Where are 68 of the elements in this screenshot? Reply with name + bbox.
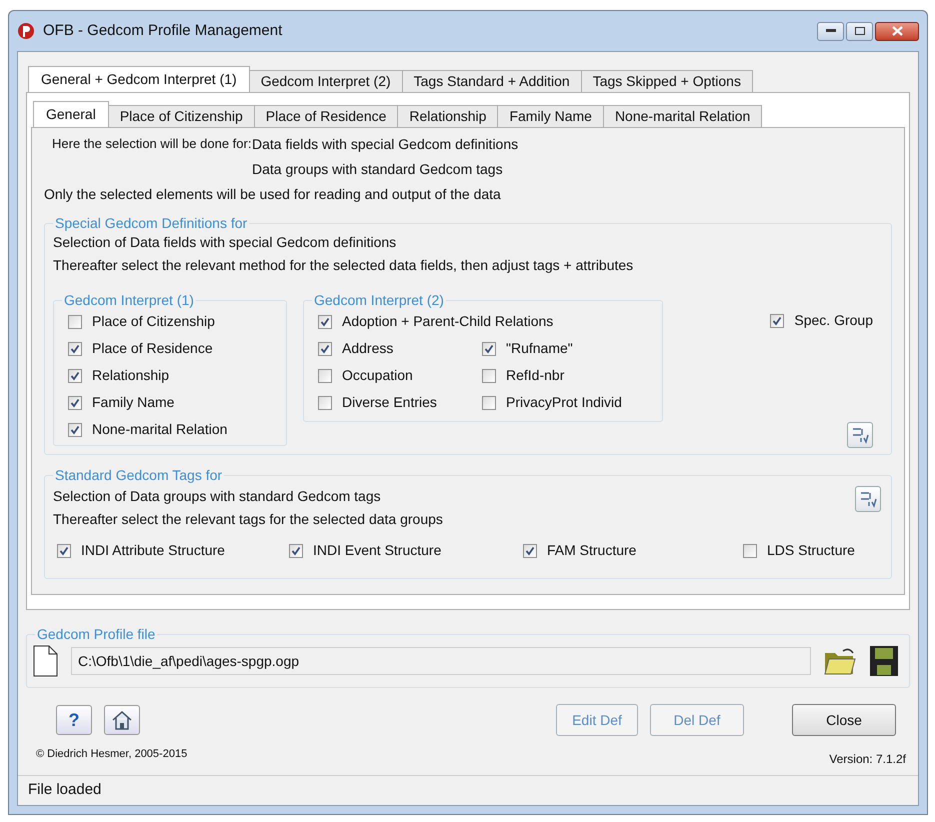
close-icon bbox=[892, 26, 902, 36]
checkbox[interactable]: Place of Residence bbox=[68, 338, 272, 359]
tick-icon bbox=[525, 546, 535, 556]
maximize-icon bbox=[854, 27, 864, 35]
checkbox[interactable]: INDI Attribute Structure bbox=[57, 540, 289, 561]
tab[interactable]: None-marital Relation bbox=[602, 105, 762, 127]
minimize-button[interactable] bbox=[817, 22, 844, 40]
checkbox[interactable]: None-marital Relation bbox=[68, 419, 272, 440]
checkbox[interactable]: Relationship bbox=[68, 365, 272, 386]
tick-icon bbox=[59, 546, 69, 556]
tick-icon bbox=[484, 344, 494, 354]
tab[interactable]: Place of Citizenship bbox=[108, 105, 255, 127]
tick-icon bbox=[320, 344, 330, 354]
intro-item: Data groups with standard Gedcom tags bbox=[252, 160, 504, 179]
tick-icon bbox=[291, 546, 301, 556]
tick-icon bbox=[70, 424, 80, 434]
checkbox[interactable]: PrivacyProt Individ bbox=[482, 392, 622, 413]
description-text: Selection of Data groups with standard Gedcom tags bbox=[53, 487, 382, 506]
description-text: Selection of Data fields with special Gedcom definitions bbox=[53, 233, 398, 252]
help-button[interactable]: ? bbox=[56, 705, 92, 735]
tab[interactable]: Relationship bbox=[397, 105, 498, 127]
tab[interactable]: Gedcom Interpret (2) bbox=[248, 70, 403, 92]
checkbox[interactable]: Place of Citizenship bbox=[68, 311, 272, 332]
checkbox[interactable]: FAM Structure bbox=[523, 540, 743, 561]
intro-item: Data fields with special Gedcom definitions bbox=[252, 135, 518, 154]
version-text: Version: 7.1.2f bbox=[829, 751, 906, 768]
document-icon bbox=[31, 645, 59, 677]
copyright-text: © Diedrich Hesmer, 2005-2015 bbox=[36, 746, 188, 762]
tick-icon bbox=[70, 370, 80, 380]
checkbox[interactable]: LDS Structure bbox=[743, 540, 855, 561]
description-text: Thereafter select the relevant method for the selected data fields, then adjust tags + attributes bbox=[53, 256, 634, 275]
action-button[interactable]: Close bbox=[792, 704, 896, 736]
checkbox[interactable]: Diverse Entries bbox=[318, 392, 468, 413]
intro-note: Only the selected elements will be used for reading and output of the data bbox=[44, 185, 502, 204]
check-list-button[interactable] bbox=[855, 486, 881, 512]
status-text: File loaded bbox=[28, 780, 102, 800]
tick-icon bbox=[772, 316, 782, 326]
app-logo-icon bbox=[17, 22, 35, 40]
tab[interactable]: Family Name bbox=[497, 105, 604, 127]
check-list-icon bbox=[859, 490, 877, 508]
checkbox[interactable]: Spec. Group bbox=[770, 310, 873, 331]
close-button[interactable] bbox=[875, 22, 919, 40]
home-icon bbox=[111, 710, 133, 730]
checkbox[interactable]: INDI Event Structure bbox=[289, 540, 523, 561]
intro-label: Here the selection will be done for: bbox=[52, 135, 252, 153]
tab[interactable]: Tags Standard + Addition bbox=[402, 70, 582, 92]
maximize-button[interactable] bbox=[846, 22, 873, 40]
tick-icon bbox=[320, 316, 330, 326]
checkbox[interactable]: RefId-nbr bbox=[482, 365, 622, 386]
minimize-icon bbox=[826, 29, 836, 33]
window-title: OFB - Gedcom Profile Management bbox=[43, 20, 284, 41]
home-button[interactable] bbox=[104, 705, 140, 735]
tab[interactable]: Place of Residence bbox=[254, 105, 398, 127]
save-icon[interactable] bbox=[869, 645, 899, 677]
description-text: Thereafter select the relevant tags for the selected data groups bbox=[53, 510, 443, 529]
checkbox[interactable]: Family Name bbox=[68, 392, 272, 413]
file-path-field[interactable]: C:\Ofb\1\die_af\pedi\ages-spgp.ogp bbox=[71, 647, 811, 675]
checkbox[interactable]: Occupation bbox=[318, 365, 468, 386]
check-list-icon bbox=[851, 426, 869, 444]
tick-icon bbox=[70, 398, 80, 408]
checkbox[interactable]: Adoption + Parent-Child Relations bbox=[318, 311, 648, 332]
tab[interactable]: Tags Skipped + Options bbox=[580, 70, 753, 92]
checkbox[interactable]: Address bbox=[318, 338, 468, 359]
tick-icon bbox=[70, 344, 80, 354]
check-list-button[interactable] bbox=[847, 422, 873, 448]
checkbox[interactable]: "Rufname" bbox=[482, 338, 622, 359]
tab[interactable]: General bbox=[33, 101, 109, 127]
tab[interactable]: General + Gedcom Interpret (1) bbox=[28, 66, 250, 92]
